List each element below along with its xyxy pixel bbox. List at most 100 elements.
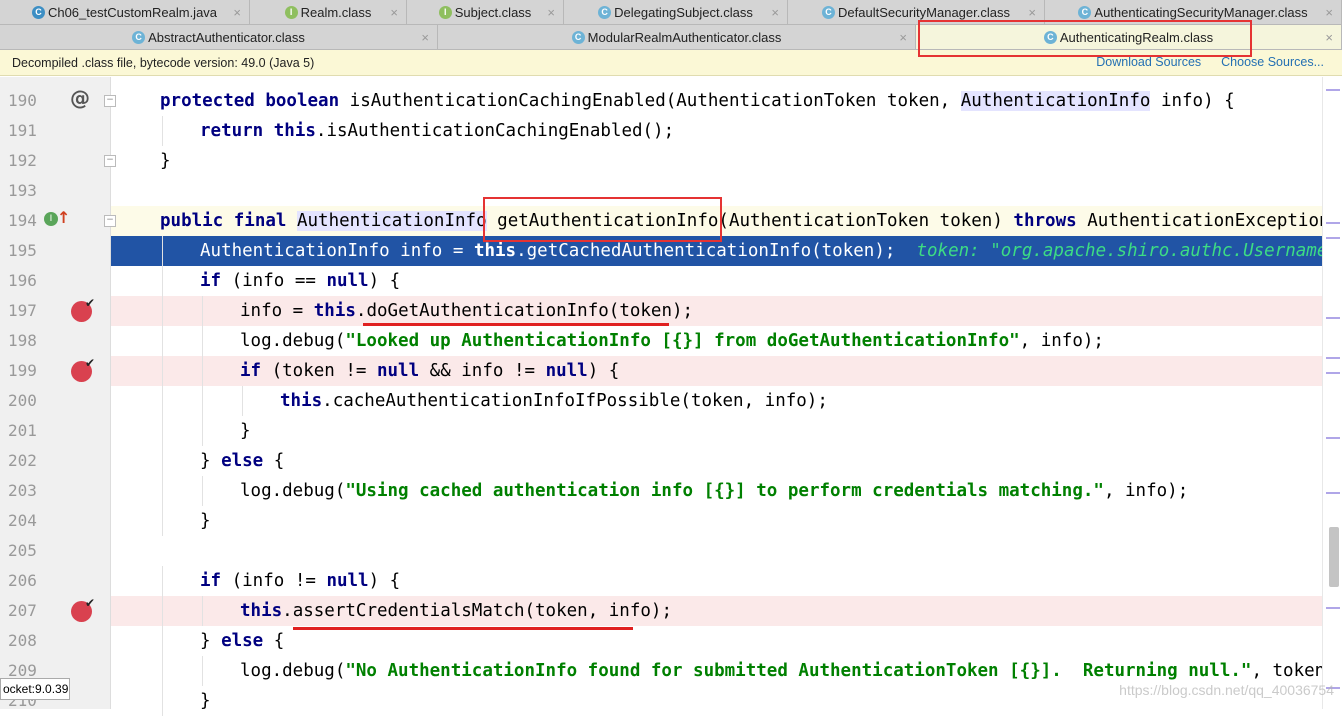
breakpoint-icon[interactable] bbox=[71, 296, 95, 322]
code-text[interactable]: } bbox=[111, 416, 1322, 446]
code-line[interactable]: 198 log.debug("Looked up AuthenticationIn… bbox=[0, 326, 1322, 356]
code-text[interactable]: this.assertCredentialsMatch(token, info)… bbox=[111, 596, 1322, 626]
indent-guide bbox=[202, 386, 203, 416]
code-line[interactable]: 204} bbox=[0, 506, 1322, 536]
override-icon[interactable]: @ bbox=[70, 86, 90, 110]
code-token: } bbox=[200, 691, 211, 711]
error-stripe-mark[interactable] bbox=[1326, 437, 1340, 439]
code-token: .getCachedAuthenticationInfo(token); bbox=[516, 241, 917, 261]
code-token: } bbox=[160, 151, 171, 171]
error-stripe-mark[interactable] bbox=[1326, 89, 1340, 91]
error-stripe-mark[interactable] bbox=[1326, 492, 1340, 494]
code-line[interactable]: 191 return this.isAuthenticationCachingEn… bbox=[0, 116, 1322, 146]
close-tab-icon[interactable]: × bbox=[390, 5, 398, 20]
code-text[interactable]: } else { bbox=[111, 446, 1322, 476]
error-stripe-mark[interactable] bbox=[1326, 222, 1340, 224]
code-token: { bbox=[273, 451, 285, 471]
code-token: ) { bbox=[587, 361, 620, 381]
choose-sources-link[interactable]: Choose Sources... bbox=[1221, 55, 1324, 69]
close-tab-icon[interactable]: × bbox=[233, 5, 241, 20]
code-text[interactable]: info = this.doGetAuthenticationInfo(toke… bbox=[111, 296, 1322, 326]
code-line[interactable]: 199if (token != null && info != null) { bbox=[0, 356, 1322, 386]
keyword-token: null bbox=[545, 361, 588, 381]
line-number: 206 bbox=[8, 571, 37, 590]
line-number: 194 bbox=[8, 211, 37, 230]
code-line[interactable]: 207 this.assertCredentialsMatch(token, in… bbox=[0, 596, 1322, 626]
code-text[interactable]: if (info == null) { bbox=[111, 266, 1322, 296]
code-text[interactable]: if (info != null) { bbox=[111, 566, 1322, 596]
code-line[interactable]: 203 log.debug("Using cached authenticatio… bbox=[0, 476, 1322, 506]
tab-modularrealmauthenticator-class[interactable]: C ModularRealmAuthenticator.class × bbox=[438, 25, 916, 49]
code-line[interactable]: 201} bbox=[0, 416, 1322, 446]
error-stripe-mark[interactable] bbox=[1326, 357, 1340, 359]
indent-guide bbox=[242, 386, 243, 416]
download-sources-link[interactable]: Download Sources bbox=[1096, 55, 1201, 69]
indent-guide bbox=[162, 116, 163, 146]
tab-realm-class[interactable]: I Realm.class × bbox=[250, 0, 407, 24]
code-text[interactable]: } bbox=[111, 506, 1322, 536]
error-stripe-mark[interactable] bbox=[1326, 372, 1340, 374]
tab-label: AuthenticatingSecurityManager.class bbox=[1094, 4, 1308, 20]
breakpoint-icon[interactable] bbox=[71, 356, 95, 382]
close-tab-icon[interactable]: × bbox=[899, 30, 907, 45]
indent-guide bbox=[202, 296, 203, 326]
keyword-token: else bbox=[221, 631, 274, 651]
annotation-underline-assert bbox=[293, 627, 633, 630]
code-line[interactable]: 202 } else { bbox=[0, 446, 1322, 476]
keyword-token: this bbox=[313, 301, 356, 321]
code-text[interactable]: return this.isAuthenticationCachingEnabl… bbox=[111, 116, 1322, 146]
code-text[interactable]: protected boolean isAuthenticationCachin… bbox=[111, 86, 1322, 116]
error-stripe-mark[interactable] bbox=[1326, 607, 1340, 609]
annotation-box-method-name bbox=[483, 197, 722, 242]
line-number: 202 bbox=[8, 451, 37, 470]
editor-scrollbar[interactable] bbox=[1322, 77, 1342, 709]
tab-ch06-testcustomrealm-java[interactable]: C Ch06_testCustomRealm.java × bbox=[0, 0, 250, 24]
code-line[interactable]: 190 @ protected boolean isAuthenticationCa… bbox=[0, 86, 1322, 116]
indent-guide bbox=[162, 626, 163, 656]
scrollbar-thumb[interactable] bbox=[1329, 527, 1339, 587]
close-tab-icon[interactable]: × bbox=[771, 5, 779, 20]
close-tab-icon[interactable]: × bbox=[1325, 30, 1333, 45]
code-line[interactable]: 206 if (info != null) { bbox=[0, 566, 1322, 596]
code-token: .cacheAuthenticationInfoIfPossible(token… bbox=[322, 391, 828, 411]
code-line[interactable]: 205 bbox=[0, 536, 1322, 566]
line-number: 205 bbox=[8, 541, 37, 560]
highlighted-identifier: AuthenticationInfo bbox=[296, 211, 487, 231]
code-line[interactable]: 196 if (info == null) { bbox=[0, 266, 1322, 296]
error-stripe-mark[interactable] bbox=[1326, 237, 1340, 239]
tab-abstractauthenticator-class[interactable]: C AbstractAuthenticator.class × bbox=[0, 25, 438, 49]
code-line[interactable]: 200 this.cacheAuthenticationInfoIfPossibl… bbox=[0, 386, 1322, 416]
code-text[interactable] bbox=[111, 536, 1322, 566]
up-arrow-icon[interactable]: ↑ bbox=[57, 208, 70, 227]
fold-icon[interactable]: − bbox=[104, 95, 116, 107]
code-text[interactable]: log.debug("Looked up AuthenticationInfo … bbox=[111, 326, 1322, 356]
code-token: } bbox=[200, 631, 222, 651]
tab-subject-class[interactable]: I Subject.class × bbox=[407, 0, 564, 24]
code-line[interactable]: 208} else { bbox=[0, 626, 1322, 656]
code-text[interactable]: log.debug("Using cached authentication i… bbox=[111, 476, 1322, 506]
keyword-token: if bbox=[240, 361, 272, 381]
fold-icon[interactable]: − bbox=[104, 215, 116, 227]
line-number: 193 bbox=[8, 181, 37, 200]
implements-icon[interactable]: I bbox=[44, 212, 58, 226]
code-text[interactable]: } bbox=[111, 146, 1322, 176]
breakpoint-icon[interactable] bbox=[71, 596, 95, 622]
close-tab-icon[interactable]: × bbox=[547, 5, 555, 20]
code-token: .assertCredentialsMatch(token, info); bbox=[282, 601, 672, 621]
close-tab-icon[interactable]: × bbox=[1028, 5, 1036, 20]
code-text[interactable]: if (token != null && info != null) { bbox=[111, 356, 1322, 386]
inline-debug-value: token: "org.apache.shiro.authc.UsernameP… bbox=[916, 241, 1322, 261]
error-stripe-mark[interactable] bbox=[1326, 317, 1340, 319]
code-text[interactable]: } else { bbox=[111, 626, 1322, 656]
indent-guide bbox=[202, 416, 203, 446]
close-tab-icon[interactable]: × bbox=[421, 30, 429, 45]
code-line[interactable]: 192} − bbox=[0, 146, 1322, 176]
fold-icon[interactable]: − bbox=[104, 155, 116, 167]
code-line[interactable]: 197 info = this.doGetAuthenticationInfo(t… bbox=[0, 296, 1322, 326]
class-icon: C bbox=[598, 5, 612, 19]
close-tab-icon[interactable]: × bbox=[1325, 5, 1333, 20]
indent-guide bbox=[162, 476, 163, 506]
code-text[interactable]: this.cacheAuthenticationInfoIfPossible(t… bbox=[111, 386, 1322, 416]
string-literal: "Looked up AuthenticationInfo [{}] from … bbox=[345, 331, 1020, 351]
tab-delegatingsubject-class[interactable]: C DelegatingSubject.class × bbox=[564, 0, 788, 24]
